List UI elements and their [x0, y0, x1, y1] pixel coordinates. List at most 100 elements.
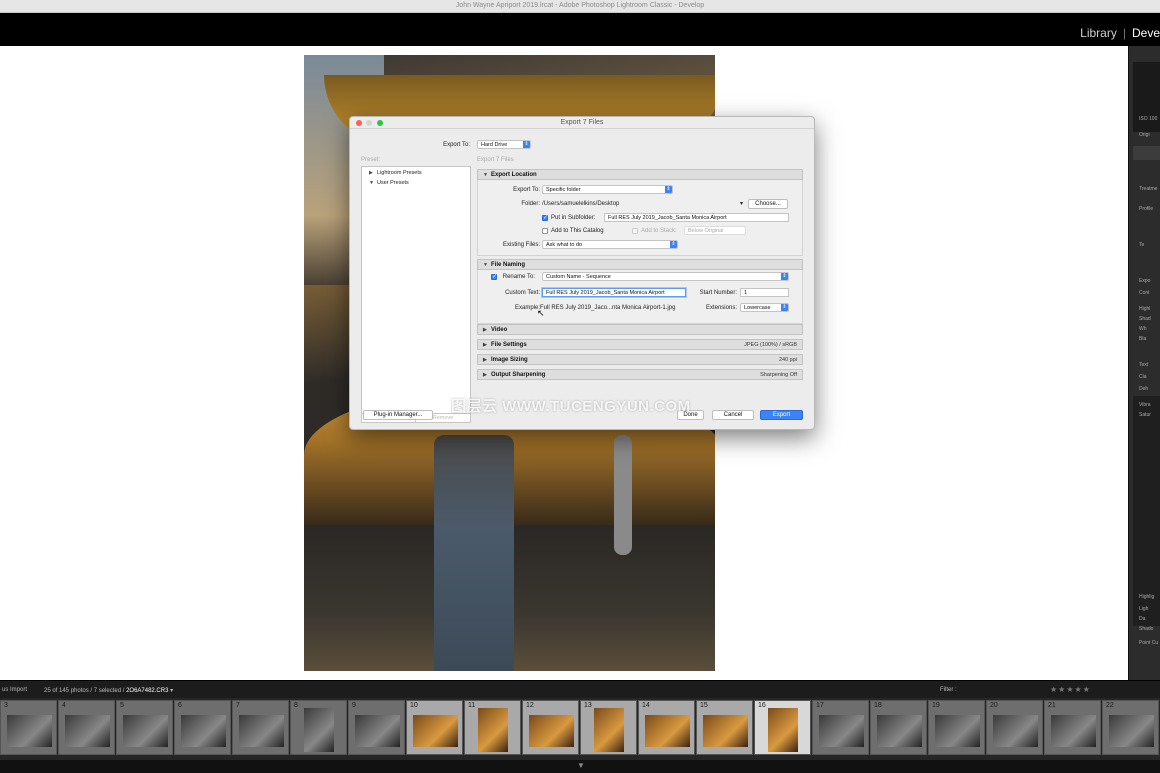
preset-folder-user[interactable]: ▼ User Presets [369, 180, 409, 186]
photo-thumbnail[interactable] [529, 715, 574, 747]
disclosure-down-icon[interactable]: ▼ [369, 180, 377, 186]
section-image-sizing[interactable]: ▶ Image Sizing 240 ppi [477, 354, 803, 365]
photo-thumbnail[interactable] [819, 715, 864, 747]
photo-thumbnail[interactable] [768, 708, 798, 752]
subfolder-input[interactable]: Full RES July 2019_Jacob_Santa Monica Ai… [604, 213, 789, 222]
photo-thumbnail[interactable] [239, 715, 284, 747]
stack-position-select[interactable]: Below Original [684, 226, 746, 235]
filmstrip-cell[interactable]: 16 [754, 700, 811, 755]
filmstrip-cell[interactable]: 19 [928, 700, 985, 755]
location-export-to-select[interactable]: Specific folder ⇕ [542, 185, 673, 194]
filmstrip-cell[interactable]: 4 [58, 700, 115, 755]
filmstrip-header: us Import 25 of 145 photos / 7 selected … [0, 680, 1160, 698]
tone-curve[interactable] [1133, 396, 1160, 626]
choose-folder-button[interactable]: Choose... [748, 199, 788, 209]
filmstrip-cell[interactable]: 6 [174, 700, 231, 755]
photo-thumbnail[interactable] [413, 715, 458, 747]
filmstrip-cell[interactable]: 10 [406, 700, 463, 755]
panel-label: Highl [1139, 306, 1151, 312]
cell-number: 12 [526, 702, 534, 709]
zoom-window-button[interactable] [377, 120, 383, 126]
photo-thumbnail[interactable] [1051, 715, 1096, 747]
panel-label: Expo [1139, 278, 1151, 284]
output-sharpening-summary: Sharpening Off [760, 372, 797, 378]
file-settings-summary: JPEG (100%) / sRGB [744, 342, 797, 348]
filter-label: Filter : [940, 687, 957, 693]
disclosure-down-icon: ▼ [483, 262, 488, 268]
filmstrip-cell[interactable]: 20 [986, 700, 1043, 755]
existing-files-select[interactable]: Ask what to do ⇕ [542, 240, 678, 249]
minimize-window-button[interactable] [366, 120, 372, 126]
photo-thumbnail[interactable] [594, 708, 624, 752]
panel-label: Te [1139, 242, 1145, 248]
filmstrip-cell[interactable]: 9 [348, 700, 405, 755]
filmstrip-cell[interactable]: 3 [0, 700, 57, 755]
preset-folder-lightroom[interactable]: ▶ Lightroom Presets [369, 170, 422, 176]
example-filename: Full RES July 2019_Jaco...nta Monica Air… [540, 305, 676, 311]
filmstrip-cell[interactable]: 22 [1102, 700, 1159, 755]
cancel-button[interactable]: Cancel [712, 410, 754, 420]
module-develop[interactable]: Deve [1132, 26, 1160, 40]
filmstrip-cell[interactable]: 15 [696, 700, 753, 755]
photo-thumbnail[interactable] [65, 715, 110, 747]
filmstrip-cell[interactable]: 14 [638, 700, 695, 755]
section-file-settings[interactable]: ▶ File Settings JPEG (100%) / sRGB [477, 339, 803, 350]
example-label: Example: [514, 305, 540, 311]
photo-thumbnail[interactable] [703, 715, 748, 747]
photo-thumbnail[interactable] [181, 715, 226, 747]
section-file-naming[interactable]: ▼ File Naming [477, 259, 803, 270]
photo-thumbnail[interactable] [478, 708, 508, 752]
photo-thumbnail[interactable] [355, 715, 400, 747]
cell-number: 9 [352, 702, 356, 709]
rename-template-select[interactable]: Custom Name - Sequence ⇕ [542, 272, 789, 281]
add-to-catalog-checkbox[interactable] [542, 228, 548, 234]
photo-thumbnail[interactable] [7, 715, 52, 747]
file-naming-body: Rename To: Custom Name - Sequence⇕ Custo… [477, 270, 803, 324]
custom-text-input[interactable]: Full RES July 2019_Jacob_Santa Monica Ai… [542, 288, 686, 297]
rating-filter-stars[interactable]: ★★★★★ [1050, 685, 1091, 694]
subfolder-checkbox[interactable] [542, 214, 548, 221]
photo-thumbnail[interactable] [935, 715, 980, 747]
panel-label: Deh [1139, 386, 1149, 392]
disclosure-right-icon: ▶ [483, 372, 487, 378]
photo-thumbnail[interactable] [123, 715, 168, 747]
filmstrip-cell[interactable]: 5 [116, 700, 173, 755]
photo-thumbnail[interactable] [877, 715, 922, 747]
cell-number: 10 [410, 702, 418, 709]
section-export-location[interactable]: ▼ Export Location [477, 169, 803, 180]
preset-list: ▶Lightroom Presets ▼User Presets Add Rem… [361, 166, 471, 423]
photo-thumbnail[interactable] [1109, 715, 1154, 747]
panel-label: Profile [1139, 206, 1154, 212]
extensions-select[interactable]: Lowercase ⇕ [740, 303, 789, 312]
filmstrip-cell[interactable]: 18 [870, 700, 927, 755]
collapse-filmstrip-icon[interactable]: ▼ [577, 761, 585, 770]
photo-thumbnail[interactable] [304, 708, 334, 752]
plugin-manager-button[interactable]: Plug-in Manager... [363, 410, 433, 420]
photo-thumbnail[interactable] [993, 715, 1038, 747]
filmstrip-source[interactable]: us Import [2, 687, 27, 693]
cell-number: 8 [294, 702, 298, 709]
filmstrip-cell[interactable]: 11 [464, 700, 521, 755]
filmstrip-cell[interactable]: 8 [290, 700, 347, 755]
folder-history-icon[interactable]: ▾ [740, 200, 748, 207]
selected-filename: 2O6A7482.CR3 [126, 688, 169, 694]
files-count-label: Export 7 Files [477, 157, 514, 163]
filmstrip-cell[interactable]: 17 [812, 700, 869, 755]
filmstrip-cell[interactable]: 7 [232, 700, 289, 755]
cell-number: 18 [874, 702, 882, 709]
export-button[interactable]: Export [760, 410, 803, 420]
photo-thumbnail[interactable] [645, 715, 690, 747]
filmstrip-cell[interactable]: 12 [522, 700, 579, 755]
section-output-sharpening[interactable]: ▶ Output Sharpening Sharpening Off [477, 369, 803, 380]
dialog-title: Export 7 Files [350, 117, 814, 129]
tool-strip[interactable] [1133, 146, 1160, 160]
start-number-input[interactable]: 1 [740, 288, 789, 297]
module-library[interactable]: Library [1080, 26, 1117, 40]
section-video[interactable]: ▶ Video [477, 324, 803, 335]
filmstrip-cell[interactable]: 21 [1044, 700, 1101, 755]
filmstrip-cell[interactable]: 13 [580, 700, 637, 755]
close-window-button[interactable] [356, 120, 362, 126]
add-to-stack-checkbox[interactable] [632, 228, 638, 234]
export-to-select[interactable]: Hard Drive ⇕ [477, 140, 531, 149]
disclosure-right-icon[interactable]: ▶ [369, 170, 377, 176]
